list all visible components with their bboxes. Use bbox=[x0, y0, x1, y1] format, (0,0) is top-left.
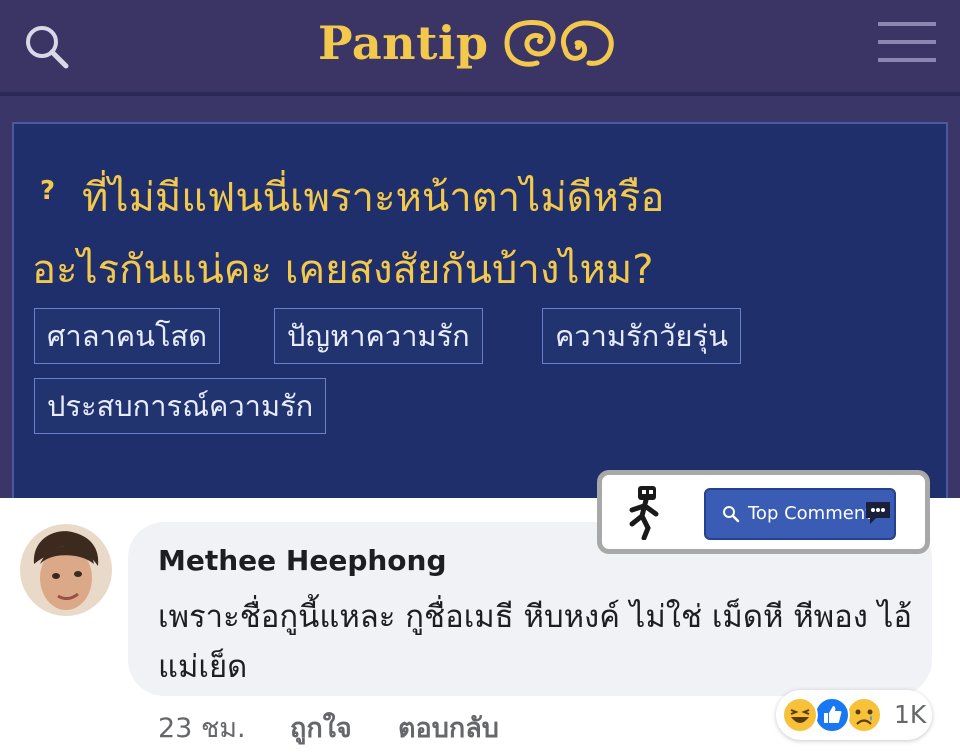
top-comment-button[interactable]: Top Comment bbox=[704, 488, 896, 540]
running-person-icon bbox=[629, 486, 659, 540]
comment-text: เพราะชื่อกูนี้แหละ กูชื่อเมธี หีบหงค์ ไม… bbox=[158, 599, 912, 685]
reply-button[interactable]: ตอบกลับ bbox=[398, 706, 499, 749]
reaction-count: 1K bbox=[894, 700, 927, 729]
comment-author[interactable]: Methee Heephong bbox=[158, 544, 447, 577]
haha-icon bbox=[782, 697, 818, 733]
pantip-logo[interactable]: Pantip bbox=[318, 8, 623, 78]
hamburger-menu-icon[interactable] bbox=[878, 22, 936, 62]
tag-teen-love[interactable]: ความรักวัยรุ่น bbox=[542, 308, 741, 364]
like-icon bbox=[814, 697, 850, 733]
sad-icon bbox=[846, 697, 882, 733]
topic-title[interactable]: ที่ไม่มีแฟนนี่เพราะหน้าตาไม่ดีหรือ อะไรก… bbox=[32, 162, 932, 306]
avatar[interactable] bbox=[20, 524, 112, 616]
comment-time: 23 ชม. bbox=[158, 713, 246, 744]
search-icon[interactable] bbox=[22, 22, 70, 70]
search-icon bbox=[723, 506, 740, 523]
reactions-summary[interactable]: 1K bbox=[776, 690, 932, 740]
tag-single-people[interactable]: ศาลาคนโสด bbox=[34, 308, 221, 364]
chat-bubble-icon bbox=[866, 502, 890, 524]
logo-text: Pantip bbox=[318, 16, 489, 70]
pantip-eyes-logo-icon bbox=[504, 20, 614, 67]
topic-title-line-1: ที่ไม่มีแฟนนี่เพราะหน้าตาไม่ดีหรือ bbox=[82, 175, 665, 221]
tag-love-experience[interactable]: ประสบการณ์ความรัก bbox=[34, 378, 327, 434]
like-button[interactable]: ถูกใจ bbox=[290, 706, 352, 749]
topic-title-line-2: อะไรกันแน่คะ เคยสงสัยกันบ้างไหม? bbox=[32, 247, 654, 293]
avatar-photo bbox=[20, 524, 112, 616]
top-comment-label: Top Comment bbox=[748, 503, 873, 524]
tag-love-problems[interactable]: ปัญหาความรัก bbox=[274, 308, 483, 364]
pantip-header: Pantip bbox=[0, 0, 960, 92]
